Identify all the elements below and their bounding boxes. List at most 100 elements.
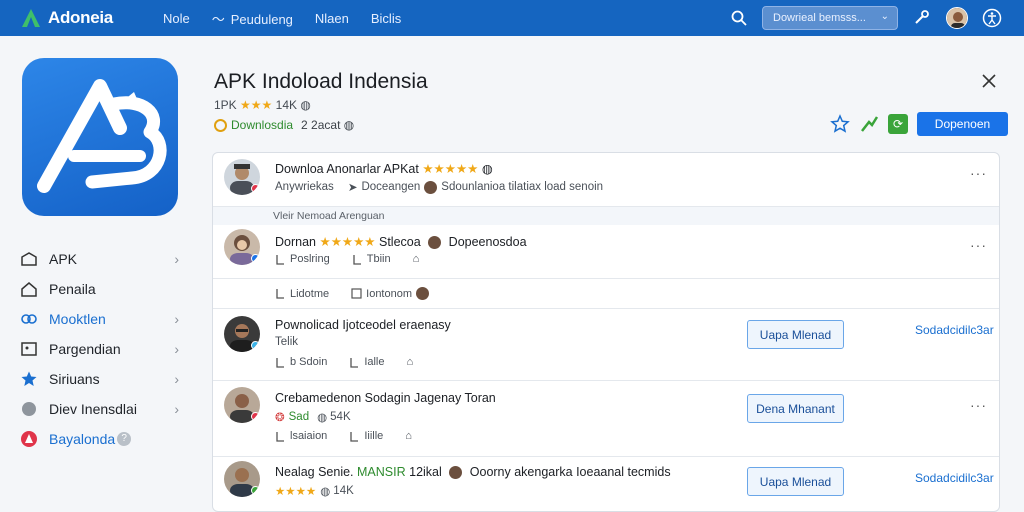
top-right-tools: Dowrieal bemsss... ⌄ — [730, 0, 1002, 36]
mini-avatar — [424, 180, 438, 194]
item-stats: Poslring Tbiin ⌂ — [275, 253, 441, 265]
side-item-mooktlen[interactable]: Mooktlen › — [20, 304, 185, 334]
list-item[interactable]: Pownolicad Ijotceodel eraenasy Telik b S… — [213, 309, 999, 381]
item-subtitle: Anywriekas ➤ Doceangen Sdounlanioa tilat… — [275, 180, 603, 194]
list-item[interactable]: Dornan ★★★★★ Stlecoa Dopeenosdoa Poslrin… — [213, 225, 999, 279]
list-item[interactable]: Downloa Anonarlar APKat ★★★★★ ◍ Anywriek… — [213, 153, 999, 207]
side-item-siriuans[interactable]: Siriuans › — [20, 364, 185, 394]
status-text: Downlosdia — [231, 118, 294, 132]
open-button[interactable]: Uapa Mlenad — [747, 320, 844, 349]
row-link[interactable]: Sodadcidilc3ar — [915, 323, 994, 337]
item-title-text: Dornan — [275, 235, 316, 249]
item-title-text: Downloa Anonarlar APKat — [275, 162, 419, 176]
search-input[interactable]: Dowrieal bemsss... ⌄ — [762, 6, 898, 30]
refresh-icon[interactable]: ⟳ — [888, 114, 908, 134]
avatar — [224, 461, 260, 497]
bracket-icon — [276, 431, 284, 442]
nav-item-home[interactable]: Nole — [163, 11, 190, 26]
app-icon — [22, 58, 178, 216]
list-item[interactable]: Lidotme Iontonom — [213, 279, 999, 309]
favorite-star-icon[interactable] — [830, 114, 850, 134]
item-title: Crebamedenon Sodagin Jagenay Toran — [275, 391, 496, 405]
stat-views: b Sdoin — [275, 356, 327, 368]
header-actions: ⟳ Dopenoen — [830, 112, 1008, 136]
status-dot — [251, 341, 260, 350]
rating-stars: ★★★★ — [275, 486, 317, 498]
side-item-diev[interactable]: Diev Inensdlai › — [20, 394, 185, 424]
page-title: APK Indoload Indensia — [214, 70, 428, 93]
help-badge: ? — [117, 432, 132, 446]
bracket-icon — [353, 254, 361, 265]
nav-item-downloads[interactable]: 〜 Peuduleng — [212, 9, 293, 28]
download-button-label: Dopenoen — [934, 117, 991, 131]
item-sub-b: 54K — [330, 411, 351, 423]
bracket-icon — [276, 254, 284, 265]
status-dot — [251, 486, 260, 495]
wrench-icon[interactable] — [912, 8, 932, 28]
side-item-penaila[interactable]: Penaila — [20, 274, 185, 304]
info-icon: ◍ — [320, 486, 331, 498]
stat-label: b Sdoin — [290, 356, 328, 368]
side-item-label: Penaila — [49, 281, 96, 297]
list-item[interactable]: Crebamedenon Sodagin Jagenay Toran ❂ Sad… — [213, 381, 999, 457]
item-title-tag: MANSIR — [357, 465, 406, 479]
top-bar: Adoneia Nole 〜 Peuduleng Nlaen Biclis Dow… — [0, 0, 1024, 36]
mini-avatar — [428, 236, 442, 250]
stat-ialle: Ialle — [349, 356, 385, 368]
more-options-icon[interactable]: ··· — [970, 397, 987, 413]
stat-posting: Poslring — [275, 253, 330, 265]
globe-icon — [22, 402, 36, 416]
nav-item-new[interactable]: Nlaen — [315, 11, 349, 26]
open-button[interactable]: Uapa Mlenad — [747, 467, 844, 496]
accessibility-icon[interactable] — [982, 8, 1002, 28]
search-icon[interactable] — [730, 9, 748, 27]
home-icon — [21, 282, 37, 297]
item-sub-a: Sad — [288, 411, 310, 423]
image-icon — [21, 342, 37, 356]
open-button[interactable]: Dena Mhanant — [747, 394, 844, 423]
stat-label: Tbiin — [366, 253, 391, 265]
more-options-icon[interactable]: ··· — [970, 165, 987, 181]
item-stats: b Sdoin Ialle ⌂ — [275, 356, 435, 368]
side-item-label: Siriuans — [49, 371, 100, 387]
stat-label: Lidotme — [290, 287, 330, 300]
row-link[interactable]: Sodadcidilc3ar — [915, 471, 994, 485]
home-icon[interactable]: ⌂ — [413, 253, 420, 265]
brand[interactable]: Adoneia — [20, 7, 113, 29]
open-button-label: Uapa Mlenad — [759, 327, 832, 342]
side-item-bayalonda[interactable]: Bayalonda ? — [20, 424, 185, 454]
meta-prefix: 1PK — [214, 98, 237, 112]
status-dot — [251, 412, 260, 421]
item-stats: lsaiaion Iiille ⌂ — [275, 430, 434, 442]
bracket-icon — [350, 357, 359, 368]
open-button-label: Uapa Mlenad — [759, 474, 832, 489]
item-subtitle: ❂ Sad ◍ 54K — [275, 410, 351, 424]
share-arrow-icon[interactable] — [859, 114, 879, 134]
download-button[interactable]: Dopenoen — [917, 112, 1008, 136]
shield-icon — [214, 118, 227, 132]
alert-icon — [21, 431, 37, 447]
open-button-label: Dena Mhanant — [756, 401, 835, 416]
mini-avatar — [416, 287, 430, 300]
rating-stars: ★★★★★ — [319, 235, 376, 249]
item-title-b: 12ikal — [409, 465, 442, 479]
side-item-pargendian[interactable]: Pargendian › — [20, 334, 185, 364]
package-icon — [21, 252, 37, 266]
home-icon[interactable]: ⌂ — [407, 356, 414, 368]
more-options-icon[interactable]: ··· — [970, 237, 987, 253]
close-icon[interactable] — [980, 72, 998, 90]
stat-label: Iiille — [364, 430, 384, 442]
link-icon — [21, 314, 37, 324]
user-avatar[interactable] — [946, 7, 968, 29]
meta-count: 14K — [275, 98, 298, 112]
item-title: Nealag Senie. MANSIR 12ikal Ooorny akeng… — [275, 465, 671, 480]
star-icon — [21, 371, 37, 386]
list-item[interactable]: Nealag Senie. MANSIR 12ikal Ooorny akeng… — [213, 457, 999, 511]
share-icon: ➤ — [347, 182, 358, 194]
status-dot — [251, 184, 260, 193]
side-item-apk[interactable]: APK › — [20, 244, 185, 274]
home-icon[interactable]: ⌂ — [405, 430, 412, 442]
nav-item-lists[interactable]: Biclis — [371, 11, 401, 26]
side-item-label: Diev Inensdlai — [49, 401, 137, 417]
item-title: Pownolicad Ijotceodel eraenasy — [275, 318, 451, 332]
